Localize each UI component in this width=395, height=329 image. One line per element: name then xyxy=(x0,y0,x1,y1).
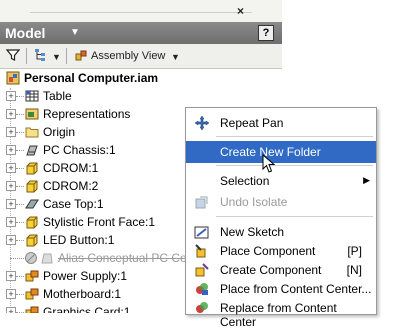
assembly-file-icon xyxy=(6,71,20,85)
filter-icon[interactable] xyxy=(5,48,21,65)
submenu-arrow-icon: ▶ xyxy=(363,175,370,185)
tree-item-label: Alias Conceptual PC Cover xyxy=(58,251,204,265)
tree-line xyxy=(16,240,24,242)
tree-root-label: Personal Computer.iam xyxy=(24,71,159,85)
part-icon xyxy=(25,215,39,229)
menu-item-label: Place from Content Center... xyxy=(220,282,372,296)
menu-item-label: Create Component xyxy=(220,263,322,277)
chevron-down-icon[interactable]: ▼ xyxy=(171,52,180,62)
expand-icon[interactable]: + xyxy=(6,217,16,227)
menu-item-selection[interactable]: Selection ▶ xyxy=(186,170,376,192)
tree-line xyxy=(16,168,24,170)
content-center-icon xyxy=(194,281,210,297)
mouse-cursor-icon xyxy=(262,153,276,179)
tree-item-label: CDROM:1 xyxy=(43,161,99,175)
tree-line xyxy=(16,150,24,152)
representations-icon xyxy=(25,107,39,121)
menu-separator xyxy=(216,136,373,137)
tree-item-label: Power Supply:1 xyxy=(43,269,128,283)
panel-title-bar[interactable]: Model ▼ ? xyxy=(0,22,282,44)
part-icon xyxy=(25,161,39,175)
menu-item-label: New Sketch xyxy=(220,225,285,239)
tree-item-label: Graphics Card:1 xyxy=(43,305,131,313)
part-icon xyxy=(25,197,39,211)
context-menu: Repeat Pan Create New Folder Selection ▶… xyxy=(185,107,377,329)
assembly-view-icon[interactable] xyxy=(74,48,88,65)
expand-icon[interactable]: + xyxy=(6,109,16,119)
expand-icon[interactable]: + xyxy=(6,91,16,101)
create-component-icon xyxy=(194,262,210,278)
content-center-icon xyxy=(194,300,210,316)
tree-line xyxy=(16,294,24,296)
expand-tree-icon[interactable] xyxy=(34,48,50,65)
panel-title[interactable]: Model xyxy=(5,25,45,41)
close-icon[interactable]: × xyxy=(237,4,244,18)
menu-separator xyxy=(216,216,373,217)
help-button[interactable]: ? xyxy=(258,25,274,41)
menu-item-replace-from-content-center[interactable]: Replace from Content Center xyxy=(186,297,376,329)
browser-toolbar: ▼ Assembly View ▼ xyxy=(0,44,282,69)
table-icon xyxy=(25,89,39,103)
tree-item-label: Representations xyxy=(43,107,131,121)
shortcut-label: [N] xyxy=(346,263,362,277)
tree-line xyxy=(10,258,24,260)
expand-icon[interactable]: + xyxy=(6,235,16,245)
assembly-icon xyxy=(25,269,39,283)
part-icon xyxy=(25,179,39,193)
toolbar-separator xyxy=(66,48,67,64)
tree-item-label: PC Chassis:1 xyxy=(43,143,116,157)
tree-item-table[interactable]: + Table xyxy=(0,88,282,105)
assembly-icon xyxy=(25,287,39,301)
tree-line xyxy=(16,276,24,278)
chevron-down-icon[interactable]: ▼ xyxy=(70,27,80,38)
tree-item-label: Origin xyxy=(43,125,76,139)
shortcut-label: [P] xyxy=(347,244,362,258)
expand-icon[interactable]: + xyxy=(6,289,16,299)
sketch-icon xyxy=(194,224,210,240)
place-component-icon xyxy=(194,243,210,259)
menu-item-label: Repeat Pan xyxy=(220,116,284,130)
menu-item-create-new-folder[interactable]: Create New Folder xyxy=(186,141,376,163)
tree-line xyxy=(16,186,24,188)
folder-icon xyxy=(25,125,39,139)
grip-line xyxy=(30,12,252,13)
part-icon xyxy=(25,143,39,157)
menu-item-label: Place Component xyxy=(220,244,316,258)
panel-grip[interactable]: × xyxy=(0,0,282,22)
undo-isolate-icon xyxy=(194,194,210,210)
tree-item-label: Motherboard:1 xyxy=(43,287,122,301)
tree-item-label: LED Button:1 xyxy=(43,233,115,247)
chevron-down-icon[interactable]: ▼ xyxy=(52,52,61,62)
tree-item-label: Case Top:1 xyxy=(43,197,104,211)
part-icon xyxy=(25,233,39,247)
assembly-view-dropdown[interactable]: Assembly View xyxy=(91,50,165,62)
expand-icon[interactable]: + xyxy=(6,163,16,173)
part-icon xyxy=(40,251,54,265)
expand-icon[interactable]: + xyxy=(6,199,16,209)
suppressed-icon xyxy=(24,251,38,265)
tree-line xyxy=(16,114,24,116)
expand-icon[interactable]: + xyxy=(6,307,16,313)
tree-line xyxy=(16,222,24,224)
assembly-icon xyxy=(25,305,39,313)
toolbar-separator xyxy=(26,48,27,64)
tree-item-label: CDROM:2 xyxy=(43,179,99,193)
expand-icon[interactable]: + xyxy=(6,127,16,137)
tree-line xyxy=(16,96,24,98)
menu-item-undo-isolate[interactable]: Undo Isolate xyxy=(186,191,376,213)
tree-line xyxy=(16,132,24,134)
menu-separator xyxy=(216,165,373,166)
tree-line xyxy=(16,204,24,206)
tree-item-label: Stylistic Front Face:1 xyxy=(43,215,156,229)
tree-item-label: Table xyxy=(43,89,72,103)
menu-item-label: Replace from Content Center xyxy=(220,301,337,329)
menu-item-repeat-pan[interactable]: Repeat Pan xyxy=(186,112,376,134)
expand-icon[interactable]: + xyxy=(6,271,16,281)
tree-root[interactable]: Personal Computer.iam xyxy=(0,70,282,87)
pan-icon xyxy=(194,115,210,131)
expand-icon[interactable]: + xyxy=(6,181,16,191)
expand-icon[interactable]: + xyxy=(6,145,16,155)
menu-item-label: Undo Isolate xyxy=(220,195,288,209)
